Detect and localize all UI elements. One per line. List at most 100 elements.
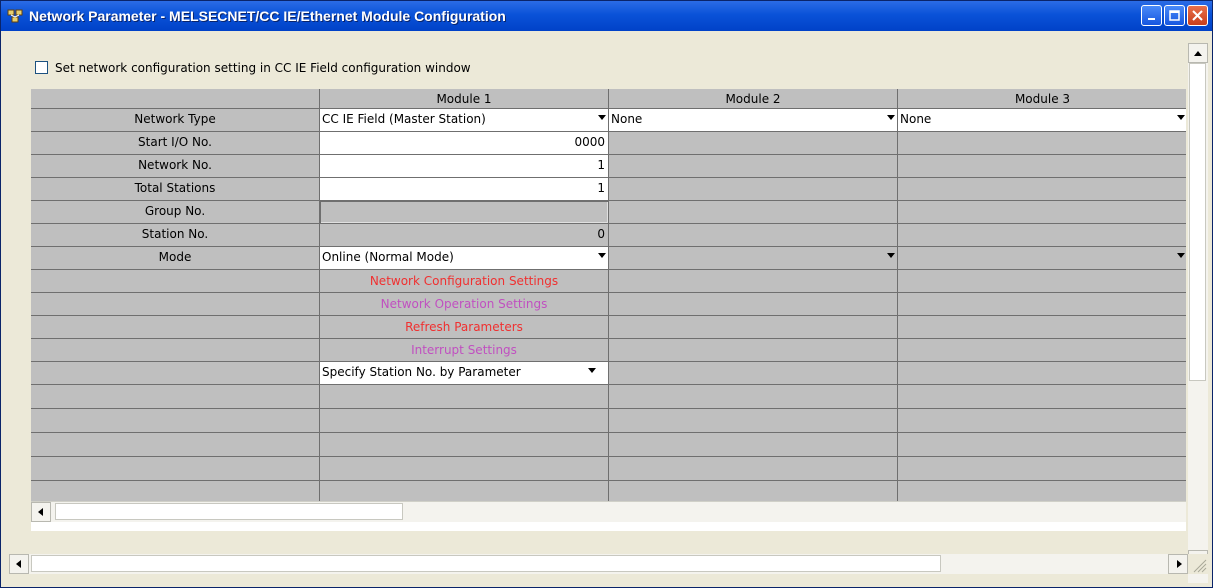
module-3-empty-cell <box>898 316 1186 339</box>
module-3-network-type-value: None <box>900 112 932 126</box>
module-1-total-stations-input[interactable]: 1 <box>320 178 609 201</box>
minimize-button[interactable] <box>1141 5 1162 26</box>
resize-grip[interactable] <box>1188 554 1208 574</box>
module-3-empty-cell <box>898 362 1186 385</box>
dropdown-arrow-icon[interactable] <box>887 253 895 258</box>
window-horizontal-scrollbar[interactable] <box>9 554 1188 574</box>
config-window-checkbox[interactable] <box>35 61 48 74</box>
maximize-button[interactable] <box>1164 5 1185 26</box>
empty-row-cell <box>609 433 898 457</box>
empty-row-cell <box>320 433 609 457</box>
scroll-right-icon <box>1177 560 1182 568</box>
vertical-scroll-thumb[interactable] <box>1189 63 1206 381</box>
row-label-network-no: Network No. <box>31 155 320 178</box>
module-1-mode-dropdown[interactable]: Online (Normal Mode) <box>320 247 609 270</box>
empty-row-cell <box>609 481 898 503</box>
row-label-start-io-no: Start I/O No. <box>31 132 320 155</box>
module-2-total-stations-cell <box>609 178 898 201</box>
module-3-mode-dropdown[interactable] <box>898 247 1186 270</box>
module-2-group-no-cell <box>609 201 898 224</box>
module-2-empty-cell <box>609 316 898 339</box>
module-3-group-no-cell <box>898 201 1186 224</box>
module-3-empty-cell <box>898 293 1186 316</box>
row-label-network-type: Network Type <box>31 109 320 132</box>
module-1-network-type-dropdown[interactable]: CC IE Field (Master Station) <box>320 109 609 132</box>
module-3-empty-cell <box>898 339 1186 362</box>
config-window-checkbox-label: Set network configuration setting in CC … <box>55 61 471 75</box>
empty-row-cell <box>31 409 320 433</box>
grid-corner-header <box>31 89 320 109</box>
empty-row-cell <box>320 457 609 481</box>
station-spec-dropdown[interactable]: Specify Station No. by Parameter <box>320 362 609 385</box>
minimize-icon <box>1148 18 1155 20</box>
dropdown-arrow-icon[interactable] <box>588 368 596 373</box>
empty-row-cell <box>898 481 1186 503</box>
window-scroll-left-button[interactable] <box>9 554 29 574</box>
grid-scroll-left-button[interactable] <box>31 502 51 522</box>
empty-row-cell <box>609 409 898 433</box>
module-2-empty-cell <box>609 339 898 362</box>
network-app-icon <box>7 9 23 23</box>
network-operation-settings-button[interactable]: Network Operation Settings <box>320 293 609 316</box>
module-1-network-no-input[interactable]: 1 <box>320 155 609 178</box>
row-label-station-no: Station No. <box>31 224 320 247</box>
module-1-start-io-input[interactable]: 0000 <box>320 132 609 155</box>
module-3-network-no-cell <box>898 155 1186 178</box>
empty-row-cell <box>320 409 609 433</box>
module-2-network-type-value: None <box>611 112 643 126</box>
dropdown-arrow-icon[interactable] <box>1177 253 1185 258</box>
window-horizontal-scroll-thumb[interactable] <box>31 555 941 572</box>
empty-row-cell <box>898 433 1186 457</box>
scroll-up-icon <box>1194 51 1202 56</box>
module-2-empty-cell <box>609 270 898 293</box>
resize-grip-icon <box>1193 559 1207 573</box>
window-vertical-scrollbar[interactable] <box>1188 43 1208 583</box>
module-1-mode-value: Online (Normal Mode) <box>322 250 454 264</box>
empty-row-cell <box>31 481 320 503</box>
scroll-left-icon <box>16 560 21 568</box>
empty-row-cell <box>320 385 609 409</box>
module-3-station-no-cell <box>898 224 1186 247</box>
module-configuration-grid: Module 1 Module 2 Module 3 Network Type … <box>31 89 1186 531</box>
client-area: Set network configuration setting in CC … <box>5 31 1208 583</box>
module-3-network-type-dropdown[interactable]: None <box>898 109 1186 132</box>
window-scroll-right-button[interactable] <box>1168 554 1188 574</box>
empty-row-cell <box>898 457 1186 481</box>
empty-row-cell <box>898 385 1186 409</box>
empty-row-cell <box>31 385 320 409</box>
title-bar[interactable]: Network Parameter - MELSECNET/CC IE/Ethe… <box>1 1 1212 31</box>
empty-row-cell <box>320 481 609 503</box>
dropdown-arrow-icon[interactable] <box>1177 115 1185 120</box>
module-2-mode-dropdown[interactable] <box>609 247 898 270</box>
module-2-station-no-cell <box>609 224 898 247</box>
scroll-up-button[interactable] <box>1188 43 1208 63</box>
close-button[interactable] <box>1187 5 1208 26</box>
network-configuration-settings-button[interactable]: Network Configuration Settings <box>320 270 609 293</box>
module-2-start-io-cell <box>609 132 898 155</box>
module-1-group-no-field <box>320 201 609 224</box>
station-spec-value: Specify Station No. by Parameter <box>322 365 521 379</box>
dropdown-arrow-icon[interactable] <box>887 115 895 120</box>
maximize-icon <box>1169 10 1180 21</box>
empty-row-cell <box>31 433 320 457</box>
module-3-start-io-cell <box>898 132 1186 155</box>
empty-row-cell <box>31 457 320 481</box>
refresh-parameters-button[interactable]: Refresh Parameters <box>320 316 609 339</box>
scroll-left-icon <box>38 508 43 516</box>
interrupt-settings-button[interactable]: Interrupt Settings <box>320 339 609 362</box>
row-label-total-stations: Total Stations <box>31 178 320 201</box>
empty-row-cell <box>609 457 898 481</box>
module-1-station-no-value: 0 <box>320 224 609 247</box>
row-label-empty <box>31 293 320 316</box>
grid-horizontal-scrollbar[interactable] <box>31 501 1186 522</box>
row-label-empty <box>31 339 320 362</box>
module-2-empty-cell <box>609 362 898 385</box>
grid-scroll-thumb[interactable] <box>55 503 403 520</box>
row-label-group-no: Group No. <box>31 201 320 224</box>
window-title: Network Parameter - MELSECNET/CC IE/Ethe… <box>29 8 506 24</box>
row-label-empty <box>31 362 320 385</box>
module-2-network-type-dropdown[interactable]: None <box>609 109 898 132</box>
row-label-mode: Mode <box>31 247 320 270</box>
dropdown-arrow-icon[interactable] <box>598 253 606 258</box>
dropdown-arrow-icon[interactable] <box>598 115 606 120</box>
